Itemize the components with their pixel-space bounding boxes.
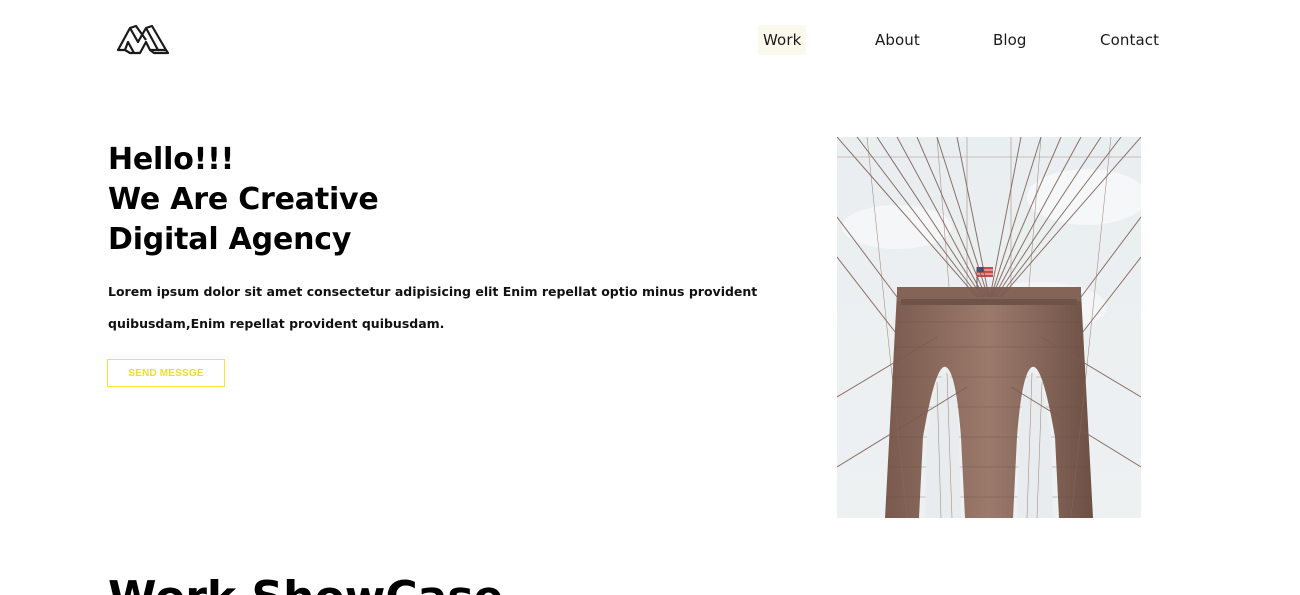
nav-item-about[interactable]: About (875, 25, 920, 55)
page: Work About Blog Contact Hello!!! We Are … (0, 0, 1300, 595)
hero-title-line-1: Hello!!! (108, 142, 235, 177)
bridge-photo (837, 137, 1141, 518)
hero-description: Lorem ipsum dolor sit amet consectetur a… (108, 276, 758, 340)
bridge-illustration (837, 137, 1141, 518)
main-nav: Work About Blog Contact (0, 25, 1300, 55)
showcase-heading: Work ShowCase (108, 572, 503, 595)
hero-title: Hello!!! We Are Creative Digital Agency (108, 140, 379, 260)
hero-description-line-2: quibusdam,Enim repellat provident quibus… (108, 316, 445, 331)
nav-item-blog[interactable]: Blog (993, 25, 1027, 55)
hero-title-line-2: We Are Creative (108, 182, 379, 217)
nav-item-contact[interactable]: Contact (1100, 25, 1159, 55)
send-message-button[interactable]: SEND MESSGE (107, 359, 225, 387)
nav-item-work[interactable]: Work (758, 25, 807, 55)
hero-description-line-1: Lorem ipsum dolor sit amet consectetur a… (108, 284, 758, 299)
hero-title-line-3: Digital Agency (108, 222, 352, 257)
